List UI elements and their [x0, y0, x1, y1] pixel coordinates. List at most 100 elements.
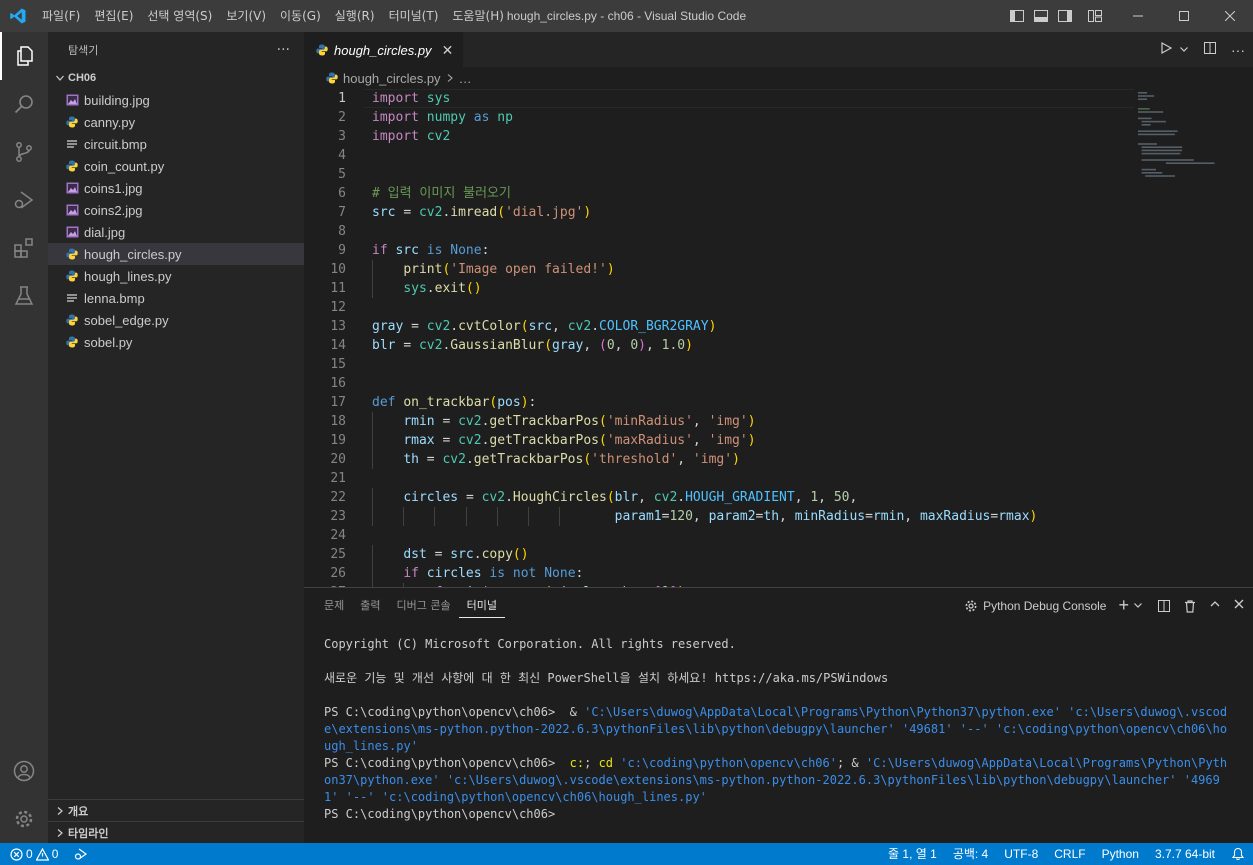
- maximize-button[interactable]: [1161, 0, 1207, 32]
- file-item-coin-count-py[interactable]: coin_count.py: [48, 155, 304, 177]
- explorer-more-button[interactable]: ···: [277, 42, 290, 58]
- terminal-prompt: PS C:\coding\python\opencv\ch06>: [324, 806, 1234, 823]
- file-item-sobel-py[interactable]: sobel.py: [48, 331, 304, 353]
- menu-item-6[interactable]: 터미널(T): [382, 0, 446, 32]
- code-text: src = cv2.imread('dial.jpg'): [372, 205, 592, 220]
- minimap-line: [1145, 175, 1175, 177]
- explorer-icon[interactable]: [0, 32, 48, 80]
- panel-tab-2[interactable]: 디버그 콘솔: [389, 588, 459, 623]
- terminal-name[interactable]: Python Debug Console: [983, 599, 1106, 613]
- terminal-output[interactable]: Copyright (C) Microsoft Corporation. All…: [324, 636, 1234, 823]
- account-icon[interactable]: [0, 747, 48, 795]
- code-line: 22 circles = cv2.HoughCircles(blr, cv2.H…: [304, 488, 1134, 507]
- bmp-icon: [64, 290, 80, 306]
- encoding[interactable]: UTF-8: [996, 843, 1046, 865]
- python-interpreter[interactable]: 3.7.7 64-bit: [1147, 843, 1223, 865]
- menu-item-1[interactable]: 편집(E): [87, 0, 140, 32]
- maximize-panel-icon[interactable]: [1209, 598, 1221, 613]
- line-number: 21: [330, 471, 346, 486]
- debug-launch-icon[interactable]: [74, 847, 88, 861]
- code-line: 9 if src is None:: [304, 241, 1134, 260]
- tab-hough-circles[interactable]: hough_circles.py ✕: [304, 32, 464, 67]
- file-item-hough-lines-py[interactable]: hough_lines.py: [48, 265, 304, 287]
- code-editor[interactable]: 1 import sys 2 import numpy as np 3 import cv…: [304, 89, 1134, 587]
- menu-item-4[interactable]: 이동(G): [273, 0, 328, 32]
- minimap-line: [1138, 108, 1150, 110]
- end-of-line[interactable]: CRLF: [1046, 843, 1093, 865]
- file-item-dial-jpg[interactable]: dial.jpg: [48, 221, 304, 243]
- language-mode[interactable]: Python: [1094, 843, 1147, 865]
- feedback-icon[interactable]: [1223, 843, 1253, 865]
- new-terminal-icon[interactable]: +: [1118, 595, 1129, 616]
- settings-gear-icon[interactable]: [0, 795, 48, 843]
- toggle-panel-icon[interactable]: [1029, 0, 1053, 32]
- breadcrumb-more[interactable]: …: [459, 71, 472, 86]
- explorer-title: 탐색기: [68, 43, 99, 57]
- tab-close-icon[interactable]: ✕: [442, 42, 454, 59]
- line-number: 19: [330, 433, 346, 448]
- panel-tab-3[interactable]: 터미널: [458, 594, 505, 618]
- line-number: 23: [330, 509, 346, 524]
- trash-icon[interactable]: [1183, 599, 1197, 613]
- code-text: import sys: [372, 91, 451, 106]
- run-python-file-icon[interactable]: [1159, 41, 1173, 58]
- file-label: dial.jpg: [84, 224, 126, 240]
- file-item-circuit-bmp[interactable]: circuit.bmp: [48, 133, 304, 155]
- menu-item-5[interactable]: 실행(R): [328, 0, 382, 32]
- menu-item-0[interactable]: 파일(F): [35, 0, 87, 32]
- menu-item-7[interactable]: 도움말(H): [445, 0, 511, 32]
- vscode-logo-icon: [0, 0, 35, 32]
- extensions-icon[interactable]: [0, 224, 48, 272]
- outline-section[interactable]: 개요: [48, 799, 304, 821]
- file-item-canny-py[interactable]: canny.py: [48, 111, 304, 133]
- testing-icon[interactable]: [0, 272, 48, 320]
- code-text: blr = cv2.GaussianBlur(gray, (0, 0), 1.0…: [372, 338, 693, 353]
- file-label: building.jpg: [84, 92, 150, 108]
- run-debug-icon[interactable]: [0, 176, 48, 224]
- file-label: hough_circles.py: [84, 246, 182, 262]
- terminal-command-1: PS C:\coding\python\opencv\ch06> & 'C:\U…: [324, 705, 1228, 753]
- toggle-sidebar-icon[interactable]: [1005, 0, 1029, 32]
- breadcrumb-file[interactable]: hough_circles.py: [343, 71, 441, 86]
- file-item-lenna-bmp[interactable]: lenna.bmp: [48, 287, 304, 309]
- image-icon: [64, 224, 80, 240]
- error-icon: [10, 847, 23, 861]
- file-item-hough-circles-py[interactable]: hough_circles.py: [48, 243, 304, 265]
- file-item-coins2-jpg[interactable]: coins2.jpg: [48, 199, 304, 221]
- more-actions-icon[interactable]: ···: [1231, 42, 1245, 58]
- source-control-icon[interactable]: [0, 128, 48, 176]
- menu-item-3[interactable]: 보기(V): [219, 0, 273, 32]
- toggle-secondary-sidebar-icon[interactable]: [1053, 0, 1077, 32]
- indent-guide: [403, 507, 405, 526]
- explorer-sidebar: 탐색기 ··· CH06 building.jpg canny.py circuit…: [48, 32, 304, 843]
- close-panel-icon[interactable]: [1233, 598, 1245, 613]
- minimap[interactable]: [1134, 89, 1244, 209]
- cursor-position[interactable]: 줄 1, 열 1: [880, 843, 945, 865]
- run-dropdown-icon[interactable]: [1179, 42, 1189, 57]
- problems-status[interactable]: 0 0: [10, 847, 58, 861]
- terminal-gear-icon[interactable]: [963, 598, 979, 614]
- file-item-coins1-jpg[interactable]: coins1.jpg: [48, 177, 304, 199]
- menu-item-2[interactable]: 선택 영역(S): [140, 0, 219, 32]
- panel-tab-1[interactable]: 출력: [352, 588, 388, 623]
- split-terminal-icon[interactable]: [1157, 599, 1171, 613]
- timeline-section[interactable]: 타임라인: [48, 821, 304, 843]
- editor-scrollbar[interactable]: [1244, 89, 1253, 587]
- menu-bar: 파일(F) 편집(E) 선택 영역(S) 보기(V) 이동(G) 실행(R) 터미널(T) 도…: [35, 0, 511, 32]
- indentation[interactable]: 공백: 4: [945, 843, 996, 865]
- panel-tab-0[interactable]: 문제: [316, 588, 352, 623]
- close-window-button[interactable]: [1207, 0, 1253, 32]
- minimap-line: [1138, 143, 1157, 145]
- file-item-sobel-edge-py[interactable]: sobel_edge.py: [48, 309, 304, 331]
- chevron-down-icon[interactable]: [1133, 599, 1143, 613]
- minimap-line: [1141, 120, 1166, 123]
- folder-ch06[interactable]: CH06: [48, 67, 304, 89]
- python-icon: [326, 72, 338, 84]
- split-editor-icon[interactable]: [1203, 41, 1217, 58]
- file-item-building-jpg[interactable]: building.jpg: [48, 89, 304, 111]
- search-icon[interactable]: [0, 80, 48, 128]
- code-line: 12: [304, 298, 1134, 317]
- minimize-button[interactable]: [1115, 0, 1161, 32]
- customize-layout-icon[interactable]: [1083, 0, 1107, 32]
